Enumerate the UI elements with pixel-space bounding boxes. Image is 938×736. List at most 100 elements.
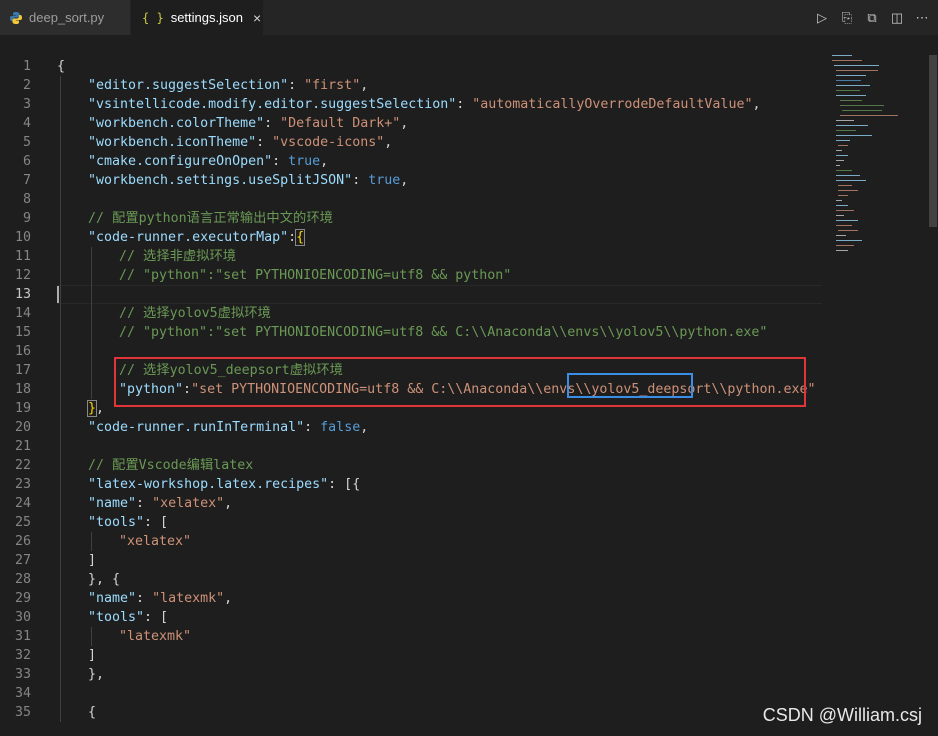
minimap-line (836, 150, 842, 151)
line-code: "workbench.iconTheme": "vscode-icons", (88, 133, 392, 152)
line-code: // 配置python语言正常输出中文的环境 (88, 209, 333, 228)
code-line: 21 (0, 437, 830, 456)
minimap-line (836, 175, 860, 176)
code-token: "latex-workshop.latex.recipes" (88, 477, 329, 492)
code-line: 3 "vsintellicode.modify.editor.suggestSel… (0, 95, 830, 114)
line-number: 14 (14, 306, 31, 321)
minimap-line (832, 60, 862, 61)
line-number: 9 (22, 211, 31, 226)
line-code: "latex-workshop.latex.recipes": [{ (88, 475, 360, 494)
line-number: 31 (14, 629, 31, 644)
line-code: // "python":"set PYTHONIOENCODING=utf8 &… (119, 266, 511, 285)
code-token: // 配置python语言正常输出中文的环境 (88, 211, 333, 226)
minimap-line (836, 155, 848, 156)
line-number: 17 (14, 363, 31, 378)
line-number: 35 (14, 705, 31, 720)
line-number: 26 (14, 534, 31, 549)
code-token: "name" (88, 591, 137, 606)
code-token: "vscode-icons" (272, 135, 385, 150)
line-code: "tools": [ (88, 513, 168, 532)
code-line: 12 // "python":"set PYTHONIOENCODING=utf8… (0, 266, 830, 285)
line-number: 34 (14, 686, 31, 701)
code-token: ] (88, 648, 97, 663)
minimap-line (840, 115, 898, 116)
line-number: 18 (14, 382, 31, 397)
indent-guide (91, 532, 92, 551)
minimap-line (838, 195, 848, 196)
line-number: 1 (22, 59, 31, 74)
minimap-line (836, 80, 861, 81)
minimap-line (836, 160, 844, 161)
minimap-line (836, 170, 852, 171)
tab-deep-sort-py[interactable]: deep_sort.py (0, 0, 131, 35)
minimap-line (840, 100, 862, 101)
code-token: : [{ (328, 477, 361, 492)
open-settings-icon[interactable]: ⎘ (839, 10, 855, 26)
line-number: 29 (14, 591, 31, 606)
line-number: 27 (14, 553, 31, 568)
code-token: { (88, 705, 97, 720)
line-code: "code-runner.runInTerminal": false, (88, 418, 368, 437)
line-code: // 选择yolov5虚拟环境 (119, 304, 271, 323)
scrollbar-thumb[interactable] (929, 55, 937, 227)
line-number: 13 (14, 287, 31, 302)
code-line: 11 // 选择非虚拟环境 (0, 247, 830, 266)
code-line: 26 "xelatex" (0, 532, 830, 551)
code-token: "automaticallyOverrodeDefaultValue" (472, 97, 753, 112)
code-token: , (360, 420, 369, 435)
json-braces-icon: { } (142, 10, 164, 25)
code-token: { (57, 59, 66, 74)
code-token: "xelatex" (152, 496, 225, 511)
tab-settings-json[interactable]: { } settings.json × (131, 0, 263, 35)
minimap-line (840, 105, 884, 106)
line-number: 11 (14, 249, 31, 264)
compare-icon[interactable]: ⧉ (864, 10, 880, 26)
run-icon[interactable]: ▷ (814, 10, 830, 26)
code-line: 34 (0, 684, 830, 703)
code-token: : [ (144, 610, 169, 625)
close-icon[interactable]: × (253, 10, 261, 26)
line-number: 15 (14, 325, 31, 340)
minimap-line (838, 145, 848, 146)
code-editor[interactable]: 1{2 "editor.suggestSelection": "first", 3 "… (0, 35, 938, 736)
code-token: "code-runner.runInTerminal" (88, 420, 305, 435)
tab-bar: deep_sort.py { } settings.json × ▷ ⎘ ⧉ ◫ ⋯ (0, 0, 938, 35)
code-token: : (272, 154, 289, 169)
line-code: }, (87, 399, 104, 418)
minimap-line (842, 110, 882, 111)
minimap-line (832, 55, 852, 56)
minimap[interactable] (830, 55, 925, 275)
code-token: "name" (88, 496, 137, 511)
code-token: "latexmk" (152, 591, 225, 606)
code-token: false (320, 420, 361, 435)
code-line: 20 "code-runner.runInTerminal": false, (0, 418, 830, 437)
minimap-line (836, 180, 866, 181)
line-number: 21 (14, 439, 31, 454)
line-number: 19 (14, 401, 31, 416)
minimap-line (836, 140, 850, 141)
indent-guide (91, 247, 92, 399)
code-token: { (295, 229, 306, 246)
code-token: , (400, 116, 409, 131)
minimap-line (836, 90, 860, 91)
minimap-line (836, 235, 846, 236)
line-code: "workbench.settings.useSplitJSON": true, (88, 171, 408, 190)
line-code: "name": "latexmk", (88, 589, 232, 608)
code-token: "workbench.iconTheme" (88, 135, 257, 150)
code-line: 22 // 配置Vscode编辑latex (0, 456, 830, 475)
watermark: CSDN @William.csj (762, 705, 922, 725)
code-token: }, (88, 667, 105, 682)
more-actions-icon[interactable]: ⋯ (914, 10, 930, 26)
code-token: , (224, 496, 233, 511)
code-line: 10 "code-runner.executorMap":{ (0, 228, 830, 247)
code-token: "tools" (88, 610, 145, 625)
code-token: : [ (144, 515, 169, 530)
code-token: // 选择非虚拟环境 (119, 249, 237, 264)
code-token: , (320, 154, 329, 169)
minimap-line (838, 230, 858, 231)
line-code: "tools": [ (88, 608, 168, 627)
split-editor-icon[interactable]: ◫ (889, 10, 905, 26)
code-line: 33}, (0, 665, 830, 684)
code-token: , (360, 78, 369, 93)
editor-actions: ▷ ⎘ ⧉ ◫ ⋯ (814, 0, 930, 35)
